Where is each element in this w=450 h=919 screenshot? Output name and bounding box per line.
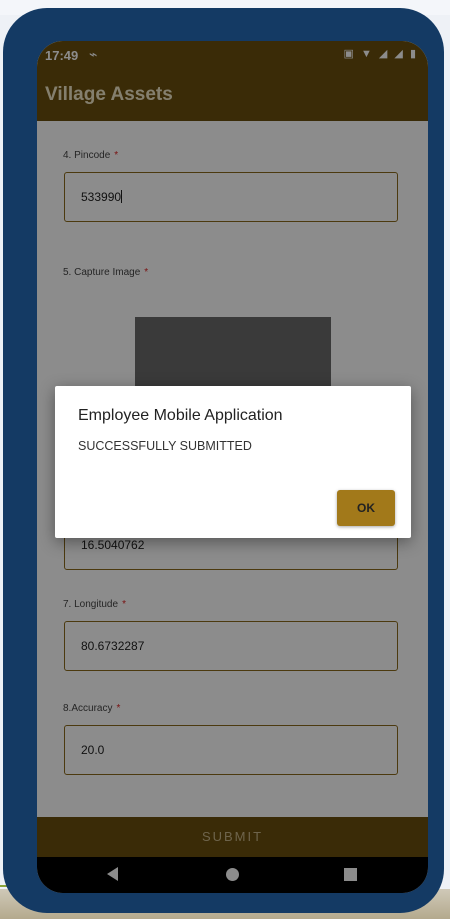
phone-screen: 17:49 ⌁ ▣ ▼ ◢ ◢ ▮ Village Assets 4. Pinc… bbox=[37, 41, 428, 893]
ok-button[interactable]: OK bbox=[337, 490, 395, 526]
device-frame: 17:49 ⌁ ▣ ▼ ◢ ◢ ▮ Village Assets 4. Pinc… bbox=[3, 8, 444, 913]
success-dialog: Employee Mobile Application SUCCESSFULLY… bbox=[55, 386, 411, 538]
dialog-title: Employee Mobile Application bbox=[78, 407, 283, 424]
dialog-message: SUCCESSFULLY SUBMITTED bbox=[78, 439, 252, 453]
